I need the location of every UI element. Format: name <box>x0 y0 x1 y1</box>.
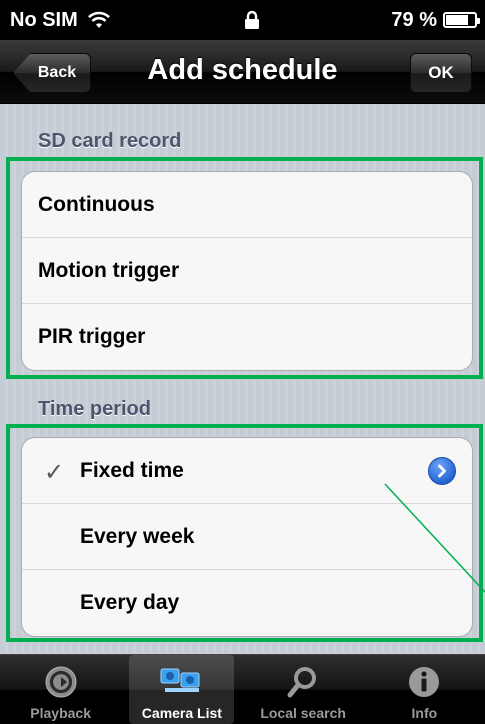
status-left: No SIM <box>10 9 112 32</box>
battery-level <box>446 15 469 25</box>
status-bar: No SIM 79 % <box>0 0 485 40</box>
option-label: Every week <box>80 524 195 548</box>
tab-label: Info <box>411 705 438 721</box>
carrier-label: No SIM <box>10 8 78 31</box>
time-period-group: ✓ Fixed time Every week Every day <box>21 437 473 637</box>
lock-icon <box>244 10 260 30</box>
option-label: Motion trigger <box>38 258 180 282</box>
tab-local-search[interactable]: Local search <box>251 655 356 724</box>
tab-label: Local search <box>260 705 346 721</box>
tab-camera-list[interactable]: Camera List <box>129 655 235 724</box>
camera-list-icon <box>159 663 205 701</box>
checkmark-icon: ✓ <box>44 459 65 486</box>
ok-button[interactable]: OK <box>410 53 472 93</box>
option-every-day[interactable]: Every day <box>22 570 472 636</box>
section-header-sd-card: SD card record <box>38 130 182 152</box>
disclosure-button-icon[interactable] <box>428 457 456 485</box>
tab-playback[interactable]: Playback <box>8 655 113 724</box>
wifi-icon <box>86 10 112 30</box>
info-icon <box>407 663 441 701</box>
battery-icon <box>443 12 480 28</box>
option-pir-trigger[interactable]: PIR trigger <box>22 304 472 370</box>
playback-icon <box>44 663 78 701</box>
tab-label: Camera List <box>141 705 222 721</box>
search-icon <box>286 663 320 701</box>
option-fixed-time[interactable]: ✓ Fixed time <box>22 438 472 504</box>
option-label: Every day <box>80 591 180 614</box>
option-label: PIR trigger <box>38 325 146 348</box>
option-motion-trigger[interactable]: Motion trigger <box>22 238 472 304</box>
option-every-week[interactable]: Every week <box>22 504 472 570</box>
section-header-time-period: Time period <box>38 398 151 420</box>
tab-bar: Playback Camera List Local search Info <box>0 654 485 724</box>
option-continuous[interactable]: Continuous <box>22 172 472 238</box>
tab-label: Playback <box>30 705 91 721</box>
status-right: 79 % <box>391 8 480 32</box>
option-label: Continuous <box>38 192 155 216</box>
battery-percent: 79 % <box>391 8 437 31</box>
sd-card-group: Continuous Motion trigger PIR trigger <box>21 171 473 371</box>
tab-info[interactable]: Info <box>372 655 477 724</box>
nav-bar: Back Add schedule OK <box>0 40 485 104</box>
content-area: SD card record Continuous Motion trigger… <box>0 104 485 654</box>
